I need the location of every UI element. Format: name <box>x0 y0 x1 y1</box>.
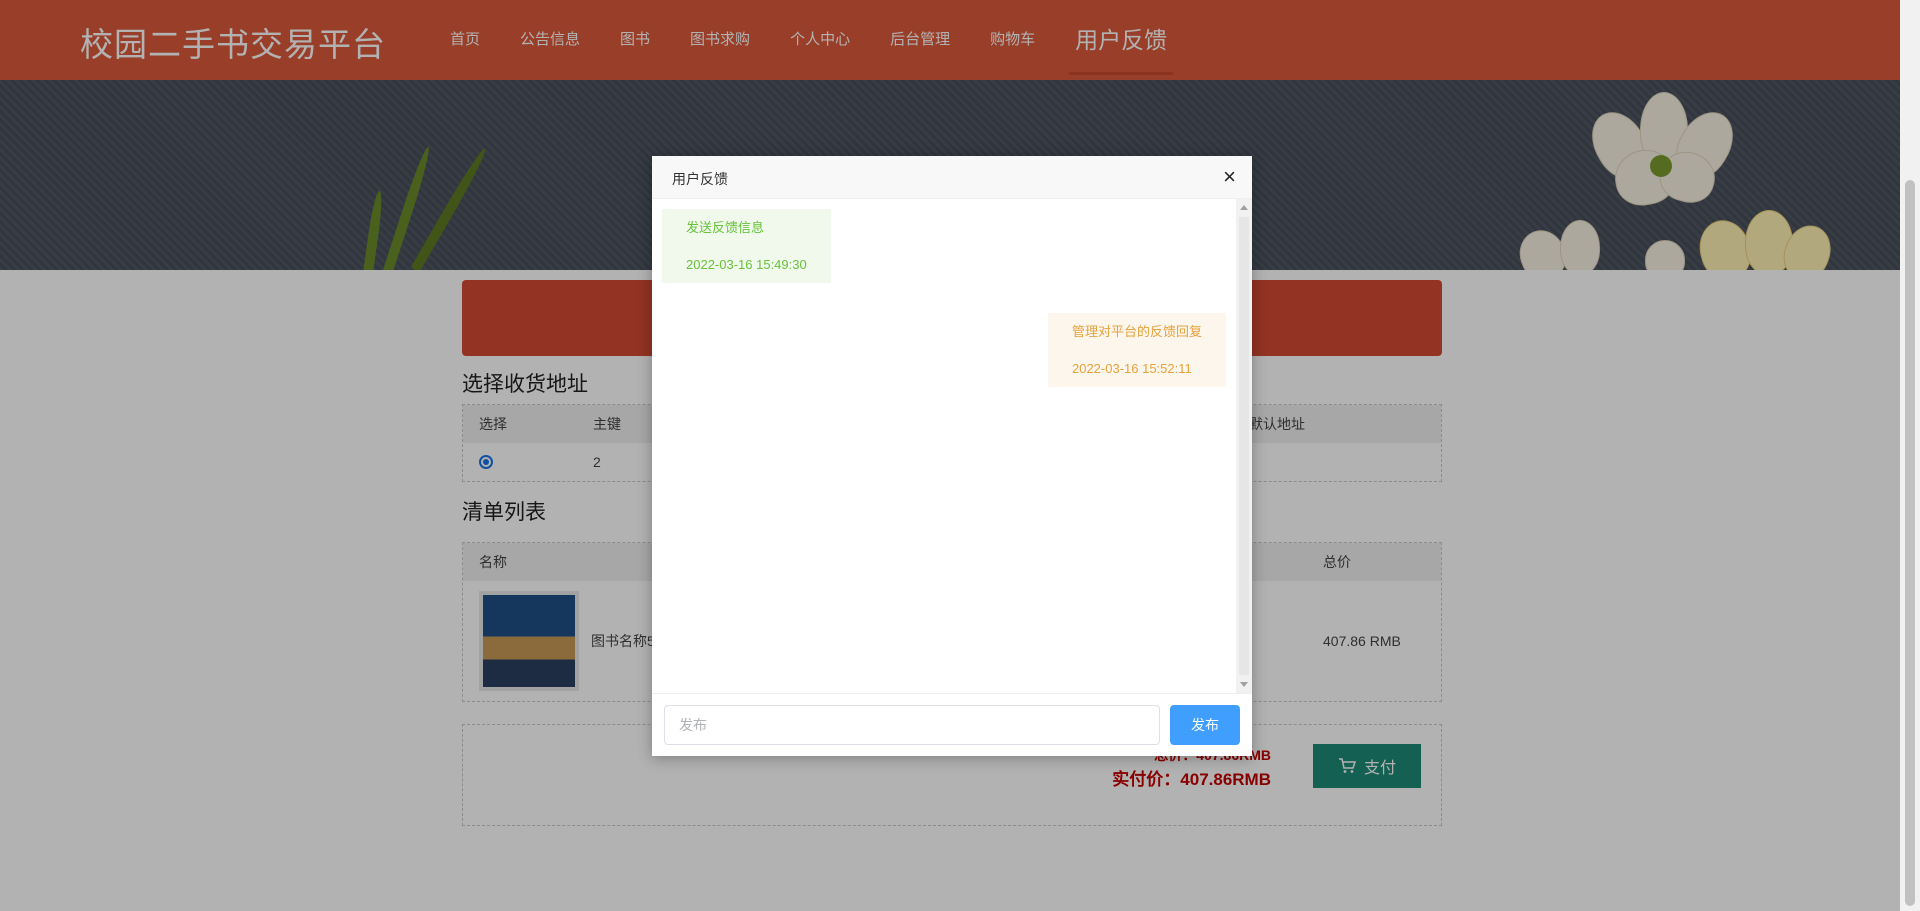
dialog-title: 用户反馈 <box>672 171 728 187</box>
dialog-header: 用户反馈 × <box>652 156 1252 199</box>
chat-scrollbar[interactable] <box>1236 199 1252 693</box>
chat-message-text: 发送反馈信息 <box>686 220 765 235</box>
chat-scrollbar-thumb[interactable] <box>1239 217 1249 675</box>
dialog-footer: 发布 <box>652 693 1252 756</box>
chat-message-time: 2022-03-16 15:49:30 <box>686 257 807 272</box>
page-scrollbar-thumb[interactable] <box>1905 180 1915 906</box>
page-scrollbar[interactable] <box>1900 0 1920 911</box>
scroll-up-icon[interactable] <box>1240 205 1248 210</box>
close-icon[interactable]: × <box>1223 166 1236 188</box>
chat-message-sent: 发送反馈信息 2022-03-16 15:49:30 <box>662 209 831 283</box>
chat-message-text: 管理对平台的反馈回复 <box>1071 324 1202 339</box>
scroll-down-icon[interactable] <box>1240 682 1248 687</box>
submit-feedback-button[interactable]: 发布 <box>1170 705 1240 745</box>
chat-message-reply: 管理对平台的反馈回复 2022-03-16 15:52:11 <box>1047 313 1226 387</box>
chat-message-time: 2022-03-16 15:52:11 <box>1071 361 1192 376</box>
feedback-input[interactable] <box>664 705 1160 745</box>
chat-message-area: 发送反馈信息 2022-03-16 15:49:30 管理对平台的反馈回复 20… <box>652 199 1236 693</box>
feedback-dialog: 用户反馈 × 发送反馈信息 2022-03-16 15:49:30 管理对平台的… <box>652 156 1252 756</box>
